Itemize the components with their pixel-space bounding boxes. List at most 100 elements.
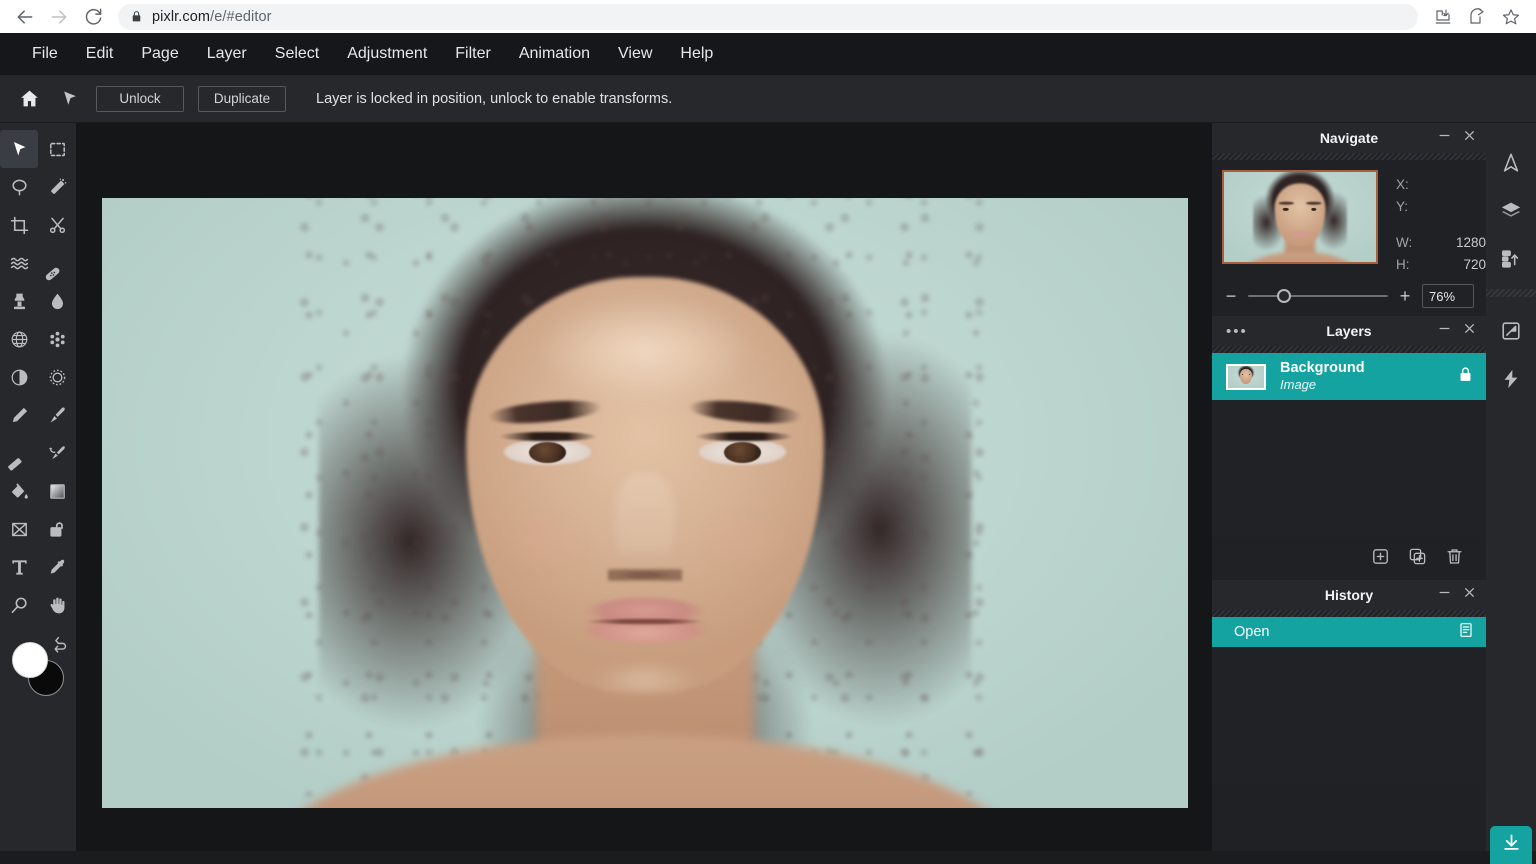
layers-list: Background Image	[1212, 353, 1486, 538]
padlock-icon	[130, 10, 143, 23]
padlock-icon[interactable]	[1457, 366, 1474, 388]
panel-grip[interactable]	[1212, 610, 1486, 617]
menubar: File Edit Page Layer Select Adjustment F…	[0, 33, 1536, 75]
text-tool[interactable]	[0, 548, 38, 586]
close-icon[interactable]	[1463, 586, 1476, 604]
install-app-icon[interactable]	[1428, 2, 1458, 32]
metric-x: X:	[1396, 177, 1409, 193]
history-list: Open	[1212, 617, 1486, 785]
resize-rail-icon[interactable]	[1491, 307, 1531, 355]
back-arrow-icon[interactable]	[8, 0, 42, 33]
canvas-image[interactable]	[102, 198, 1188, 808]
navigate-metrics: X: Y: W: 1280 H: 720	[1396, 170, 1486, 276]
navigator-rail-icon[interactable]	[1491, 139, 1531, 187]
lasso-select-tool[interactable]	[0, 168, 38, 206]
quick-actions-rail-icon[interactable]	[1491, 355, 1531, 403]
navigate-panel-title: Navigate	[1319, 130, 1379, 146]
menu-item-edit[interactable]: Edit	[72, 33, 128, 75]
thumbnail-photo	[1224, 172, 1376, 262]
download-button[interactable]	[1490, 826, 1532, 864]
paint-brush-tool[interactable]	[38, 396, 76, 434]
color-picker-tool[interactable]	[38, 548, 76, 586]
zoom-slider[interactable]	[1248, 289, 1388, 303]
history-rail-icon[interactable]	[1491, 235, 1531, 283]
menu-item-file[interactable]: File	[18, 33, 72, 75]
replace-color-tool[interactable]	[38, 434, 76, 472]
close-icon[interactable]	[1463, 129, 1476, 147]
menu-item-filter[interactable]: Filter	[441, 33, 505, 75]
navigate-panel-body: X: Y: W: 1280 H: 720 − + 76%	[1212, 160, 1486, 316]
zoom-value-input[interactable]: 76%	[1422, 284, 1474, 308]
shape-tool[interactable]	[0, 510, 38, 548]
delete-layer-button[interactable]	[1445, 547, 1464, 571]
crop-tool[interactable]	[0, 206, 38, 244]
foreground-color-swatch[interactable]	[12, 642, 48, 678]
clone-stamp-tool[interactable]	[0, 282, 38, 320]
marquee-select-tool[interactable]	[38, 130, 76, 168]
address-bar[interactable]: pixlr.com/e/#editor	[118, 3, 1418, 30]
liquify-tool[interactable]	[0, 244, 38, 282]
heal-tool[interactable]	[38, 244, 76, 282]
menu-item-adjustment[interactable]: Adjustment	[333, 33, 441, 75]
wand-select-tool[interactable]	[38, 168, 76, 206]
layers-rail-icon[interactable]	[1491, 187, 1531, 235]
layer-name: Background	[1280, 360, 1365, 377]
duplicate-button[interactable]: Duplicate	[198, 85, 286, 112]
forward-arrow-icon[interactable]	[42, 0, 76, 33]
navigate-panel-header: Navigate	[1212, 123, 1486, 153]
hand-tool[interactable]	[38, 586, 76, 624]
download-arrow-icon	[1502, 833, 1521, 857]
panel-grip[interactable]	[1212, 346, 1486, 353]
zoom-out-button[interactable]: −	[1224, 287, 1238, 305]
menu-item-page[interactable]: Page	[127, 33, 192, 75]
menu-item-help[interactable]: Help	[666, 33, 727, 75]
more-options-icon[interactable]: •••	[1226, 316, 1248, 346]
layers-panel-title: Layers	[1326, 323, 1372, 339]
pen-draw-tool[interactable]	[0, 396, 38, 434]
temper-tool[interactable]	[0, 358, 38, 396]
canvas-area[interactable]	[76, 123, 1212, 851]
metric-spacer	[1396, 218, 1486, 232]
panel-grip[interactable]	[1212, 153, 1486, 160]
menu-item-layer[interactable]: Layer	[193, 33, 261, 75]
rail-divider	[1486, 289, 1536, 297]
eraser-tool[interactable]	[0, 434, 38, 472]
tool-palette	[0, 123, 76, 851]
cutout-tool[interactable]	[38, 206, 76, 244]
effects-tool[interactable]	[38, 358, 76, 396]
share-icon[interactable]	[1462, 2, 1492, 32]
unlock-button[interactable]: Unlock	[96, 85, 184, 112]
duplicate-layer-button[interactable]	[1408, 547, 1427, 571]
home-icon[interactable]	[8, 78, 50, 120]
swap-arrows-icon[interactable]	[52, 636, 69, 659]
zoom-slider-handle[interactable]	[1277, 289, 1292, 303]
table-row[interactable]: Background Image	[1212, 353, 1486, 400]
navigate-thumbnail[interactable]	[1222, 170, 1378, 264]
layer-thumbnail	[1226, 363, 1266, 390]
detail-tool[interactable]	[38, 320, 76, 358]
history-item-label: Open	[1234, 624, 1270, 640]
menu-item-view[interactable]: View	[604, 33, 666, 75]
metric-height: H: 720	[1396, 257, 1486, 273]
bookmark-star-icon[interactable]	[1496, 2, 1526, 32]
reload-icon[interactable]	[76, 0, 110, 33]
color-swatches	[0, 634, 76, 714]
blur-tool[interactable]	[38, 282, 76, 320]
gradient-tool[interactable]	[38, 472, 76, 510]
arrange-tool[interactable]	[0, 130, 38, 168]
menu-item-animation[interactable]: Animation	[505, 33, 604, 75]
minimize-icon[interactable]	[1438, 322, 1451, 340]
list-item[interactable]: Open	[1212, 617, 1486, 647]
minimize-icon[interactable]	[1438, 586, 1451, 604]
close-icon[interactable]	[1463, 322, 1476, 340]
add-element-tool[interactable]	[38, 510, 76, 548]
zoom-control-row: − + 76%	[1212, 276, 1486, 316]
zoom-tool[interactable]	[0, 586, 38, 624]
add-layer-button[interactable]	[1371, 547, 1390, 571]
minimize-icon[interactable]	[1438, 129, 1451, 147]
paint-bucket-tool[interactable]	[0, 472, 38, 510]
menu-item-select[interactable]: Select	[261, 33, 333, 75]
dodge-burn-tool[interactable]	[0, 320, 38, 358]
zoom-in-button[interactable]: +	[1398, 287, 1412, 305]
layer-type: Image	[1280, 377, 1317, 393]
